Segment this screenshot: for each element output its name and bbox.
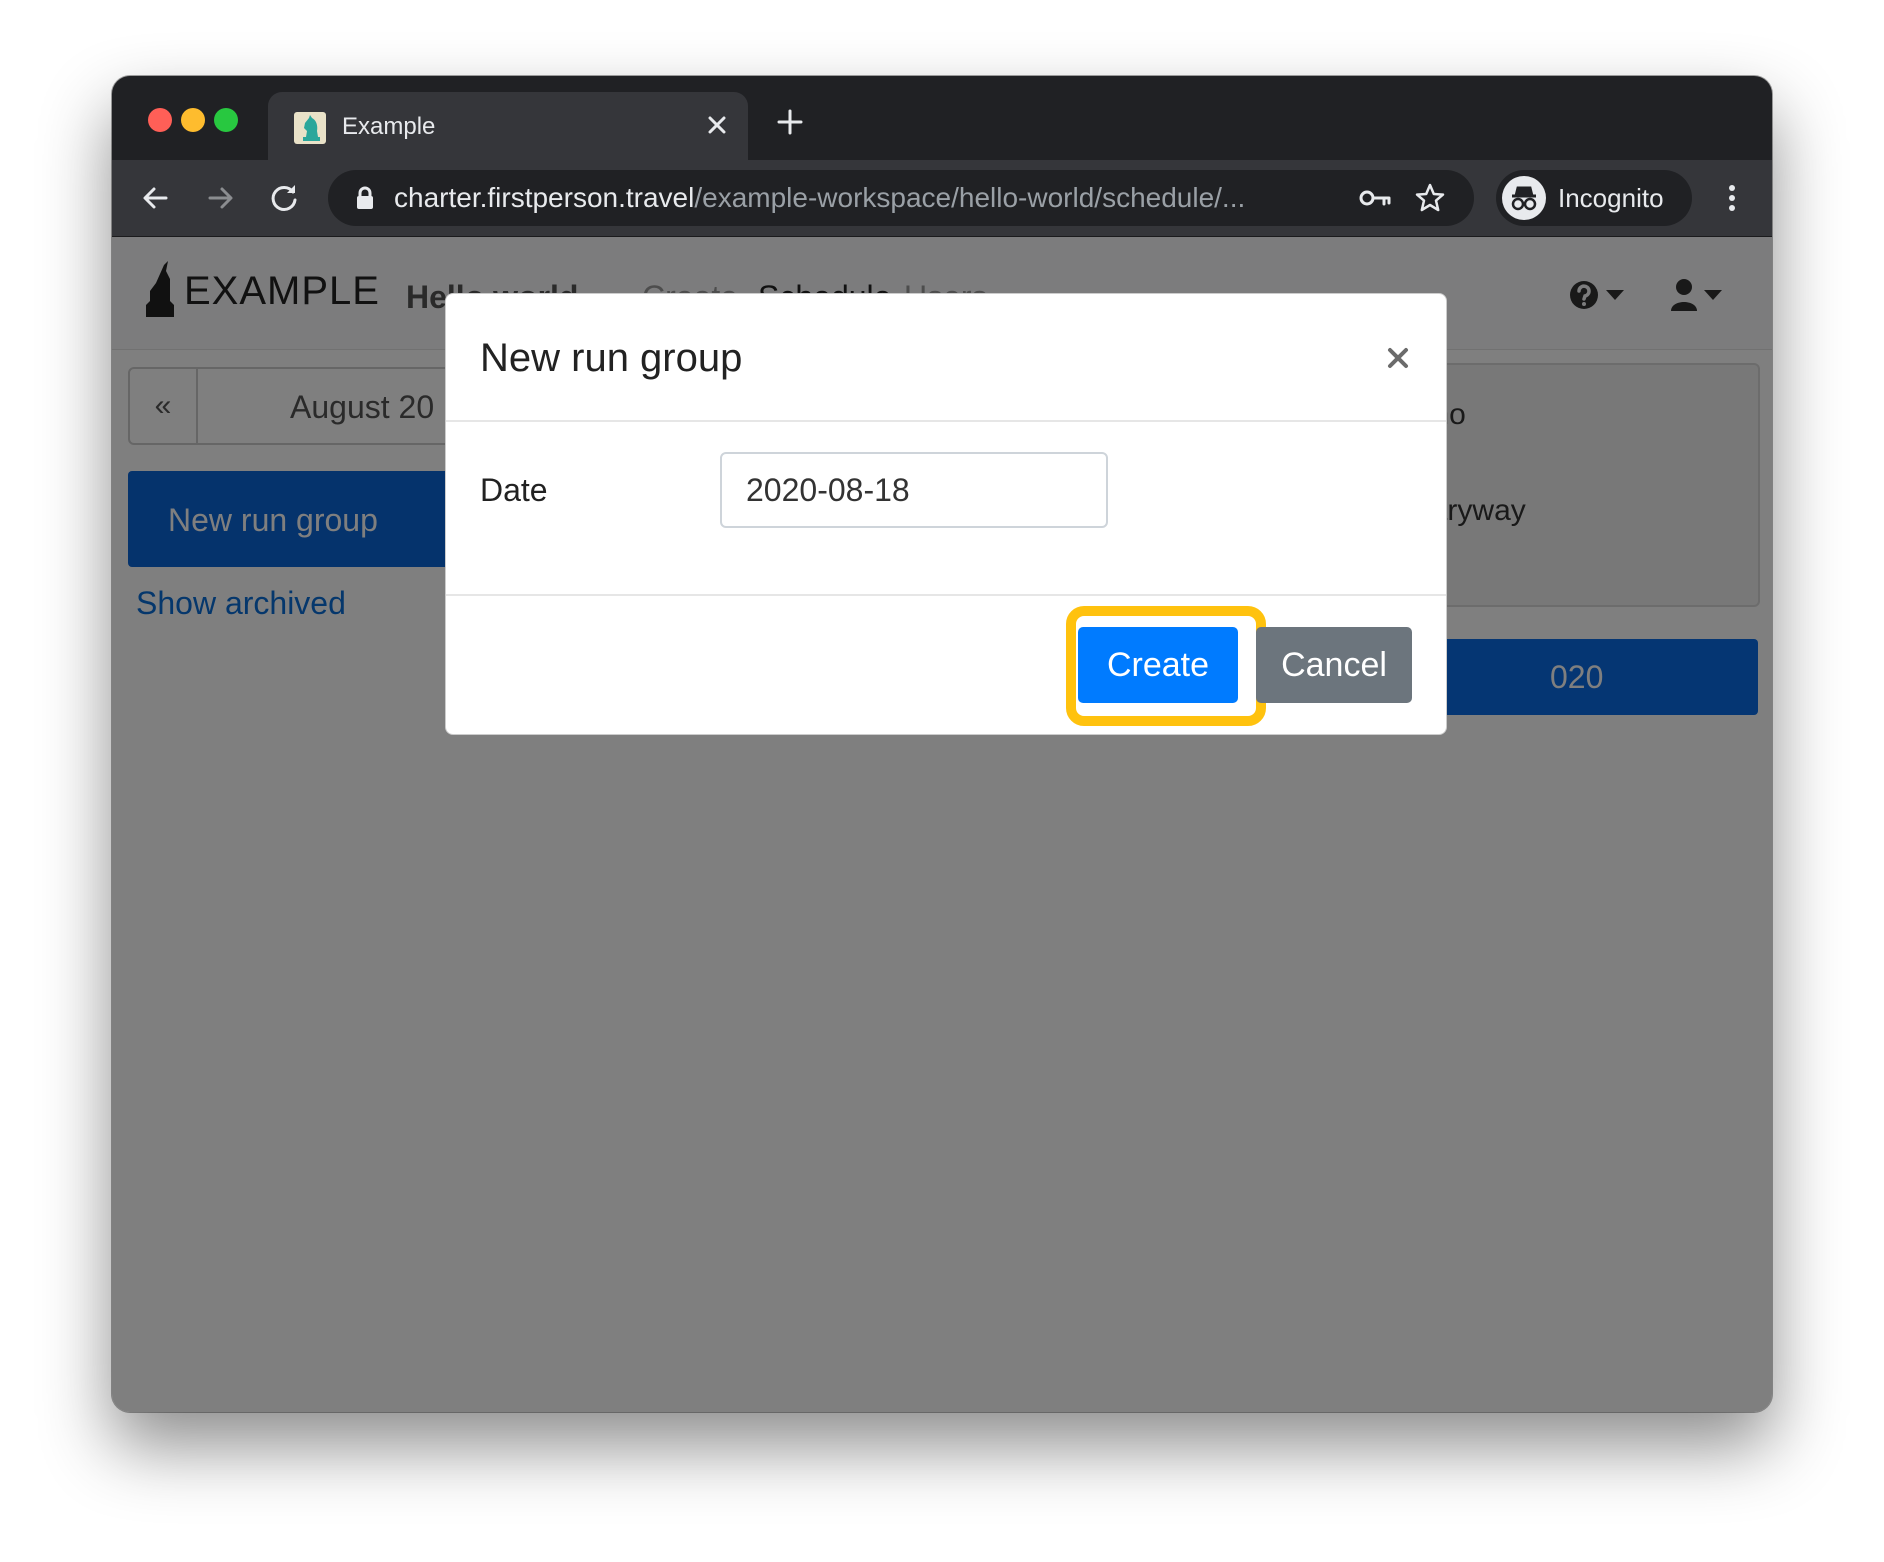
- kebab-menu-icon[interactable]: [1720, 176, 1744, 220]
- plus-icon[interactable]: [772, 104, 808, 140]
- lock-icon: [354, 186, 376, 210]
- incognito-label: Incognito: [1558, 183, 1664, 213]
- cancel-button[interactable]: Cancel: [1256, 627, 1412, 703]
- browser-tab[interactable]: Example: [268, 92, 748, 160]
- tab-title: Example: [342, 113, 436, 140]
- modal-footer: Create Cancel: [446, 594, 1446, 736]
- date-label: Date: [480, 472, 548, 508]
- date-input[interactable]: [720, 452, 1108, 528]
- modal-title: New run group: [480, 336, 743, 380]
- url-host: charter.firstperson.travel: [394, 182, 695, 213]
- browser-window: Example charter.firstperson.travel/examp…: [112, 76, 1772, 1412]
- close-icon[interactable]: [1380, 340, 1416, 376]
- star-icon[interactable]: [1414, 182, 1446, 214]
- zoom-window-button[interactable]: [214, 108, 238, 132]
- incognito-icon: [1502, 176, 1546, 220]
- back-arrow-icon[interactable]: [134, 176, 178, 220]
- chess-knight-favicon: [294, 112, 326, 144]
- url-text: charter.firstperson.travel/example-works…: [394, 182, 1245, 214]
- key-icon[interactable]: [1358, 182, 1392, 214]
- incognito-profile-button[interactable]: Incognito: [1496, 170, 1692, 226]
- new-run-group-modal: New run group Date Create Cancel: [445, 293, 1447, 735]
- reload-icon[interactable]: [262, 176, 306, 220]
- create-button[interactable]: Create: [1078, 627, 1238, 703]
- tab-close-icon[interactable]: [698, 106, 736, 144]
- page-content: EXAMPLE Hello world Create Schedule User…: [112, 237, 1772, 1412]
- browser-toolbar: charter.firstperson.travel/example-works…: [112, 160, 1772, 237]
- tab-strip: Example: [112, 76, 1772, 160]
- forward-arrow-icon[interactable]: [198, 176, 242, 220]
- url-path: /example-workspace/hello-world/schedule/…: [694, 182, 1246, 213]
- close-window-button[interactable]: [148, 108, 172, 132]
- minimize-window-button[interactable]: [181, 108, 205, 132]
- modal-header: New run group: [446, 294, 1446, 422]
- address-bar[interactable]: charter.firstperson.travel/example-works…: [328, 170, 1474, 226]
